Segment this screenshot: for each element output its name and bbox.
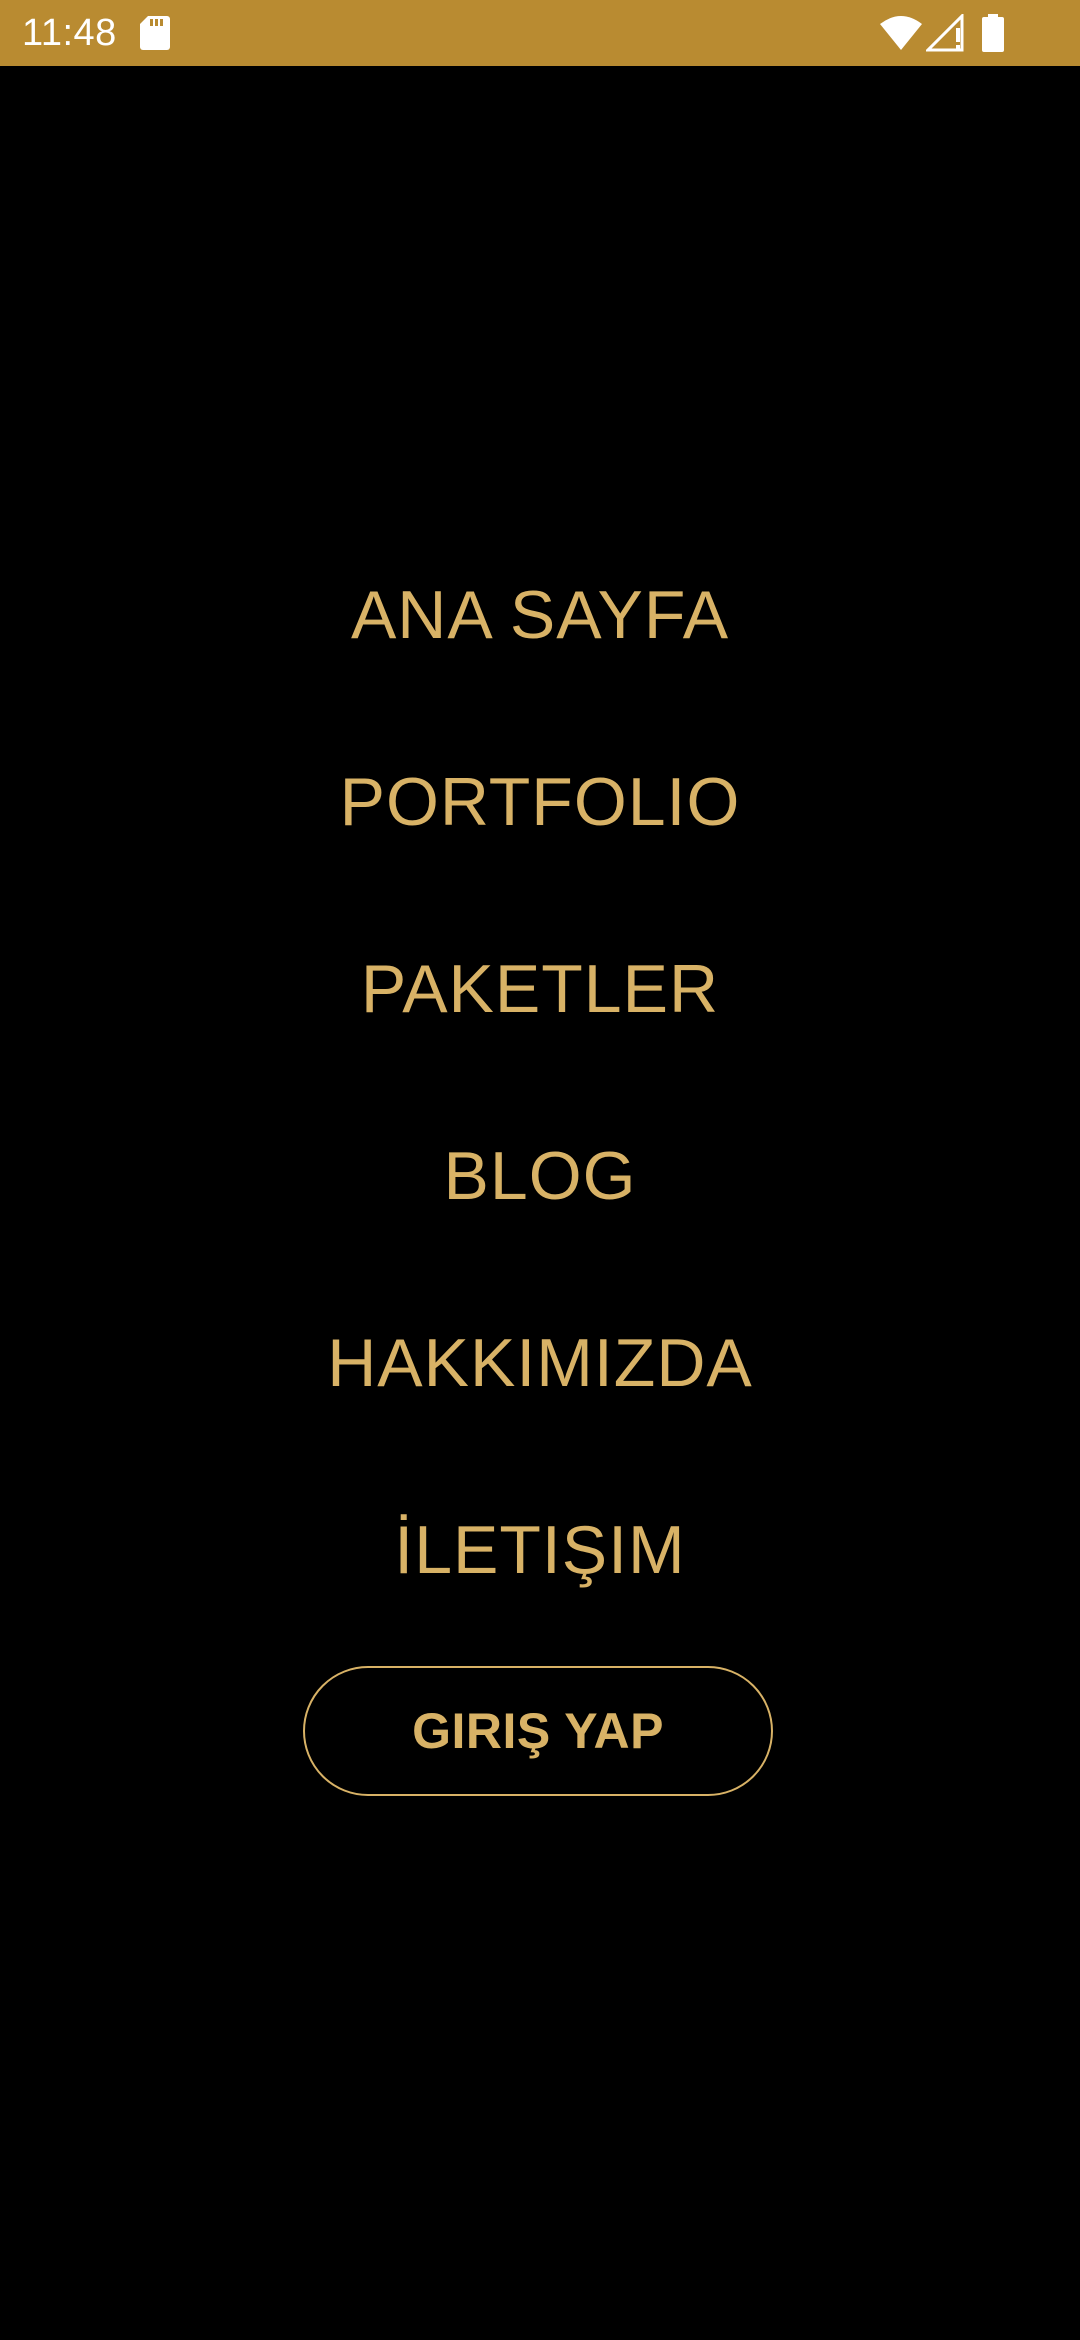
menu-item-portfolio[interactable]: PORTFOLIO: [0, 747, 1080, 934]
menu-item-ana-sayfa[interactable]: ANA SAYFA: [0, 560, 1080, 747]
menu-item-paketler[interactable]: PAKETLER: [0, 934, 1080, 1121]
status-bar: 11:48: [0, 0, 1080, 66]
battery-icon: [982, 14, 1004, 52]
sd-card-icon: [140, 16, 170, 50]
menu-item-hakkimizda[interactable]: HAKKIMIZDA: [0, 1308, 1080, 1495]
signal-icon: [926, 14, 964, 52]
menu-item-iletisim[interactable]: İLETIŞIM: [0, 1495, 1080, 1682]
nav-menu: ANA SAYFA PORTFOLIO PAKETLER BLOG HAKKIM…: [0, 560, 1080, 1682]
status-time: 11:48: [22, 12, 117, 54]
wifi-icon: [880, 16, 922, 50]
menu-item-blog[interactable]: BLOG: [0, 1121, 1080, 1308]
login-button[interactable]: GIRIŞ YAP: [303, 1666, 773, 1796]
